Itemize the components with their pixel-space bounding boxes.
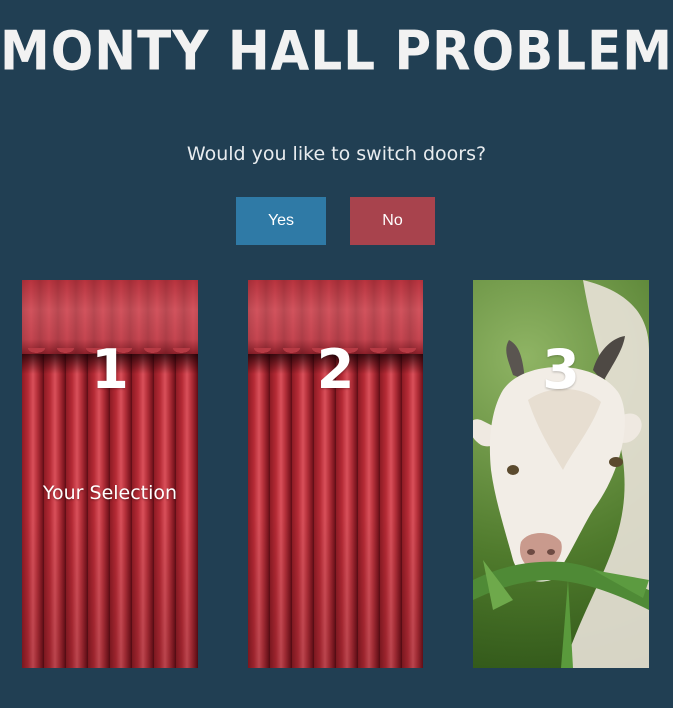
door-number: 2: [316, 338, 355, 401]
yes-button[interactable]: Yes: [236, 197, 326, 245]
your-selection-label: Your Selection: [42, 482, 178, 504]
page-title: MONTY HALL PROBLEM: [0, 19, 673, 83]
door-3[interactable]: 3: [473, 280, 649, 668]
door-number: 3: [542, 338, 580, 401]
door-1[interactable]: 1 Your Selection: [22, 280, 198, 668]
no-button[interactable]: No: [350, 197, 435, 245]
door-2[interactable]: 2: [248, 280, 423, 668]
switch-question: Would you like to switch doors?: [186, 143, 487, 165]
door-number: 1: [91, 338, 129, 401]
